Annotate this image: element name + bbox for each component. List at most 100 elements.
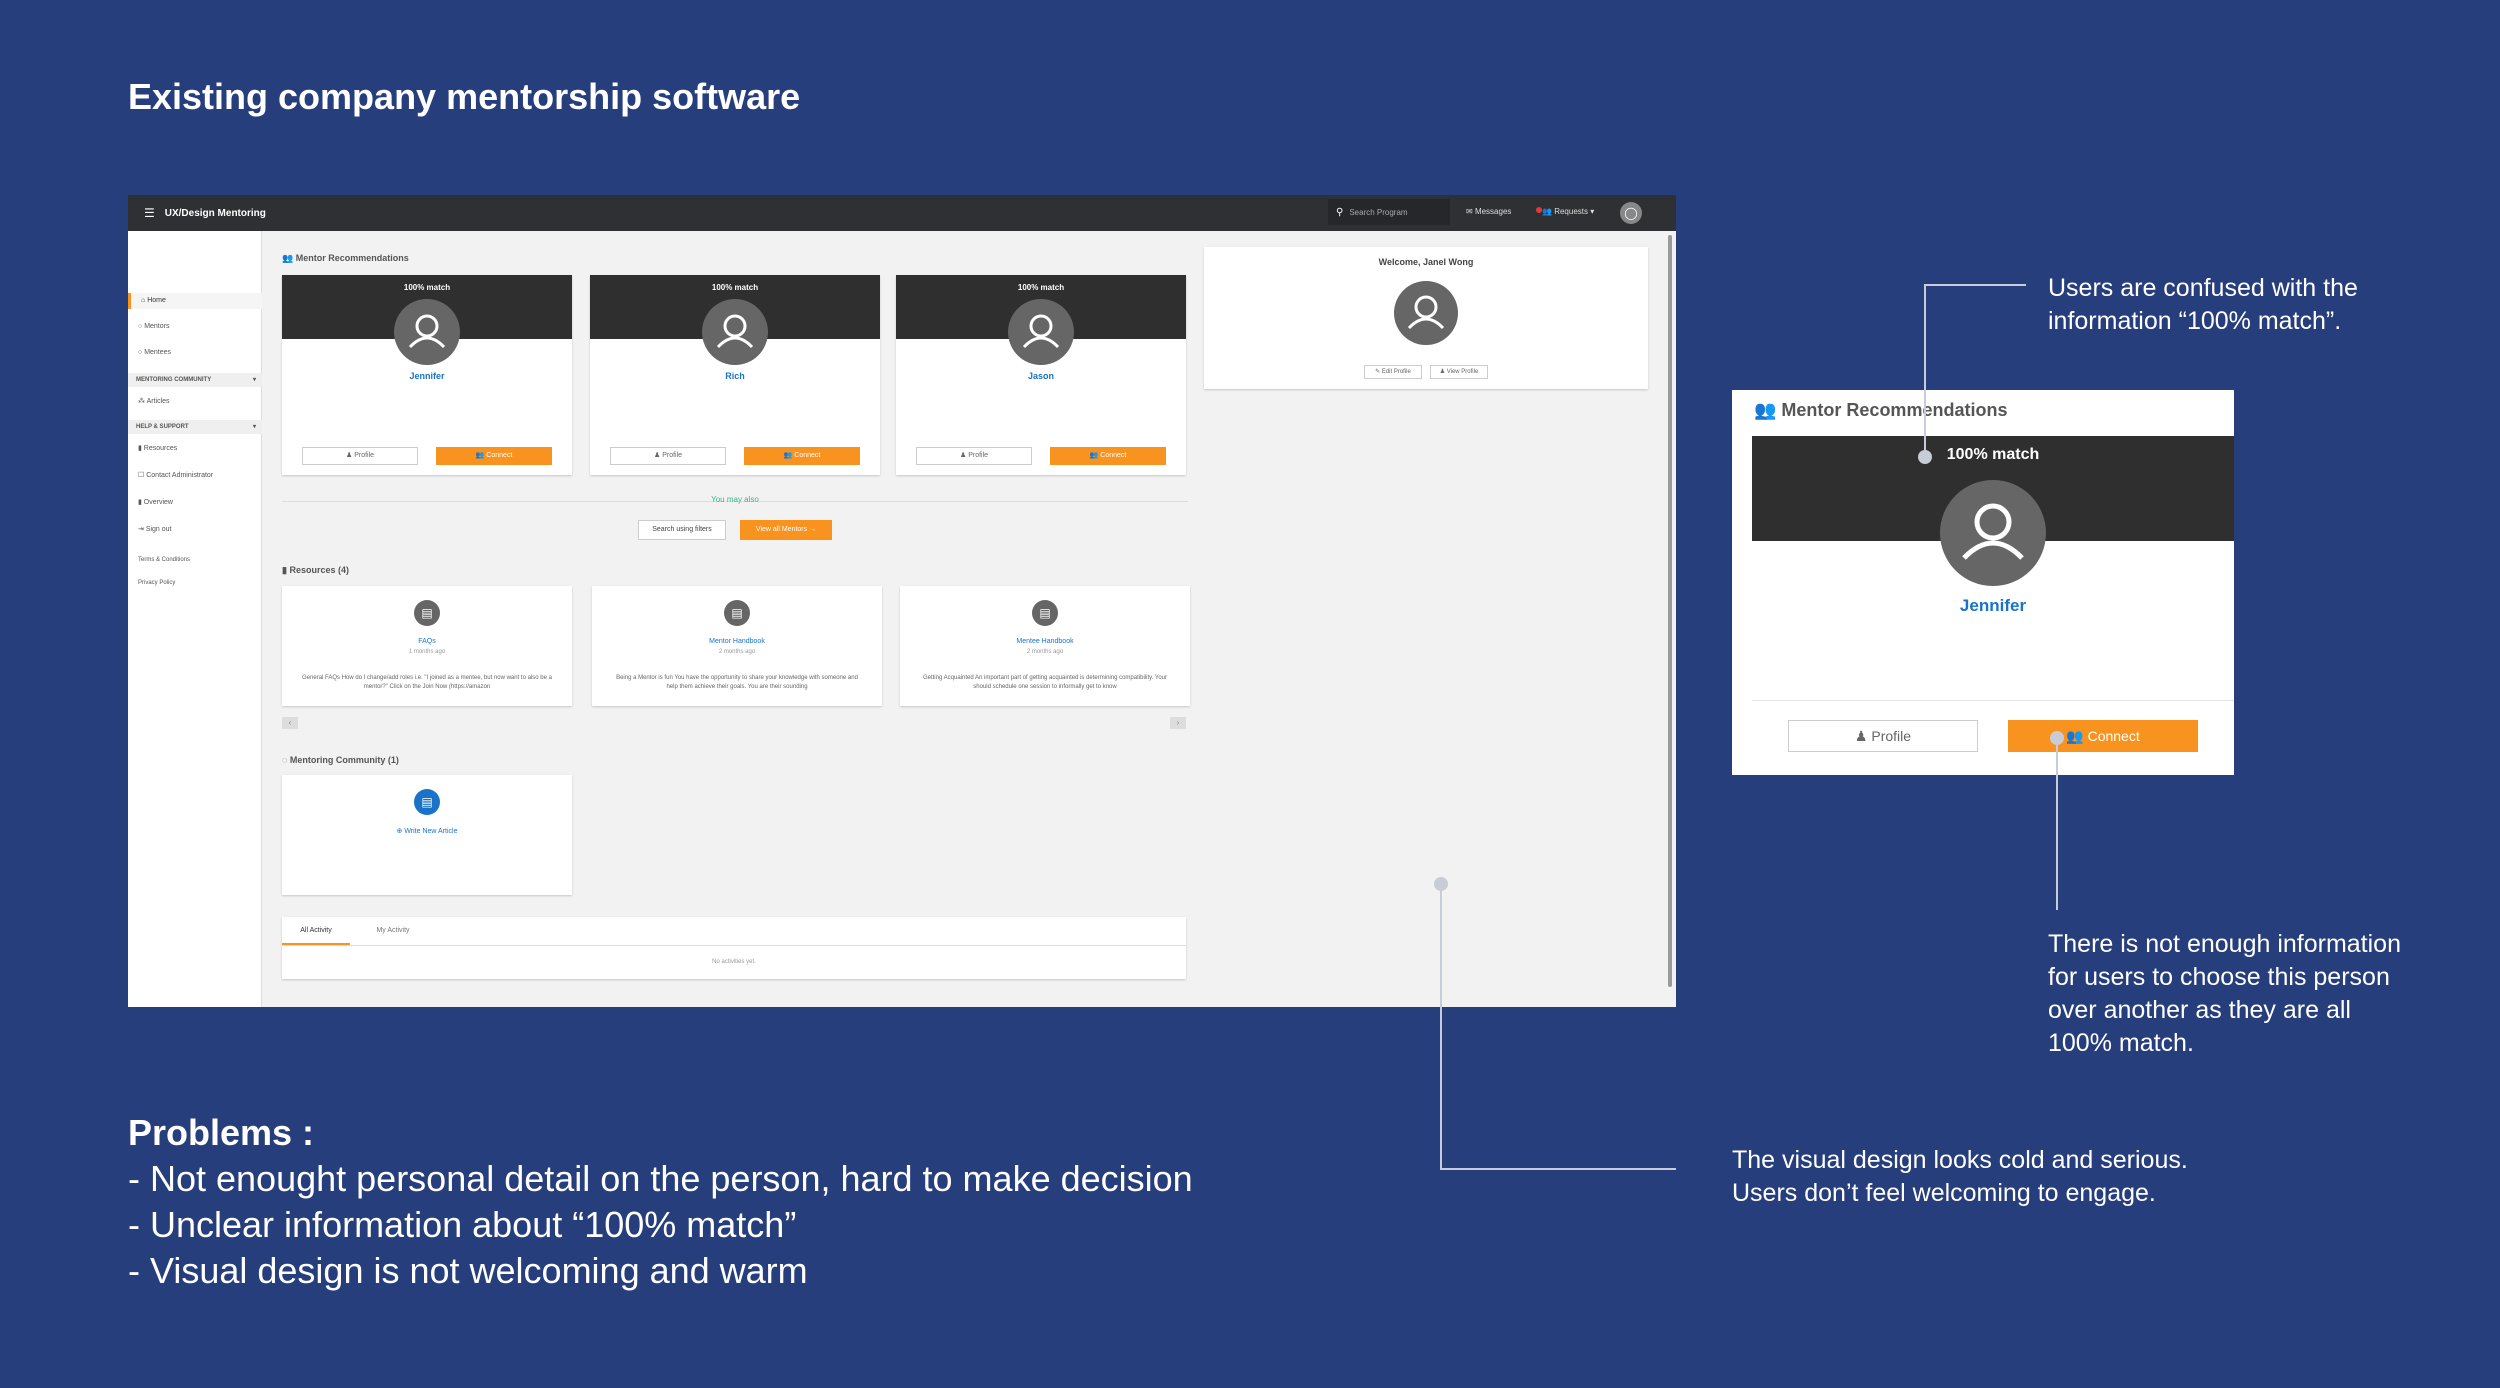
slide-title: Existing company mentorship software — [128, 76, 801, 117]
profile-button[interactable]: ♟ Profile — [1788, 720, 1978, 752]
messages-label: Messages — [1474, 207, 1512, 216]
profile-button[interactable]: ♟ Profile — [610, 447, 726, 465]
problem-item: - Visual design is not welcoming and war… — [128, 1250, 808, 1291]
connector-dot — [2050, 731, 2064, 745]
connector-dot — [1434, 877, 1448, 891]
activity-panel: All Activity My Activity No activities y… — [282, 917, 1186, 979]
connect-button[interactable]: 👥 Connect — [744, 447, 860, 465]
prev-page-button[interactable]: ‹ — [282, 717, 298, 729]
book-icon: ▤ — [1032, 600, 1058, 626]
match-label: 100% match — [403, 283, 451, 292]
problems-list: Problems : - Not enought personal detail… — [128, 1110, 1193, 1294]
zoom-heading: 👥 Mentor Recommendations — [1754, 400, 2008, 420]
requests-dropdown[interactable]: 👥 Requests ▾ — [1536, 207, 1594, 216]
match-label: 100% match — [711, 283, 759, 292]
avatar — [1394, 281, 1458, 345]
profile-button[interactable]: ♟ Profile — [916, 447, 1032, 465]
mentor-card: 100% match Jennifer ♟ Profile 👥 Connect — [282, 275, 572, 475]
mentor-card: 100% match Jason ♟ Profile 👥 Connect — [896, 275, 1186, 475]
avatar — [1008, 299, 1074, 365]
resource-description: Being a Mentor is fun You have the oppor… — [616, 675, 858, 690]
resource-card[interactable]: ▤ Mentor Handbook 2 months ago Being a M… — [592, 586, 882, 706]
write-article-link[interactable]: ⊕ Write New Article — [282, 827, 572, 835]
connect-button[interactable]: 👥 Connect — [2008, 720, 2198, 752]
connector-line — [1440, 884, 1442, 1170]
connector-dot — [1918, 450, 1932, 464]
resource-date: 1 months ago — [408, 649, 446, 655]
search-input[interactable]: ⚲ Search Program — [1328, 199, 1450, 225]
profile-button[interactable]: ♟ Profile — [302, 447, 418, 465]
sidebar-item-articles[interactable]: ⁂ Articles — [138, 397, 170, 405]
mentor-name[interactable]: Jason — [896, 371, 1186, 381]
divider — [1752, 700, 2234, 701]
connector-line — [1440, 1168, 1676, 1170]
next-page-button[interactable]: › — [1170, 717, 1186, 729]
community-card: ▤ ⊕ Write New Article — [282, 775, 572, 895]
connect-button[interactable]: 👥 Connect — [436, 447, 552, 465]
scrollbar[interactable] — [1668, 235, 1672, 987]
connector-line — [1924, 284, 1926, 456]
search-placeholder: Search Program — [1349, 207, 1408, 217]
may-also-label: You may also — [711, 495, 759, 504]
person-icon — [716, 314, 754, 349]
sidebar-section-help[interactable]: HELP & SUPPORT ▾ — [128, 420, 262, 434]
resources-heading: ▮ Resources (4) — [282, 565, 349, 575]
resource-date: 2 months ago — [718, 649, 756, 655]
sidebar-section-community[interactable]: MENTORING COMMUNITY ▾ — [128, 373, 262, 387]
avatar — [702, 299, 768, 365]
app-title: UX/Design Mentoring — [164, 207, 266, 219]
empty-state: No activities yet. — [712, 959, 756, 965]
resource-card[interactable]: ▤ FAQs 1 months ago General FAQs How do … — [282, 586, 572, 706]
resource-title[interactable]: Mentee Handbook — [900, 638, 1190, 645]
user-avatar-icon[interactable]: ◯ — [1620, 202, 1642, 224]
resource-card[interactable]: ▤ Mentee Handbook 2 months ago Getting A… — [900, 586, 1190, 706]
sidebar-item-contact[interactable]: ☐ Contact Administrator — [138, 471, 213, 479]
mentor-name[interactable]: Jennifer — [1752, 596, 2234, 616]
zoomed-mentor-card: 👥 Mentor Recommendations 100% match Jenn… — [1732, 390, 2234, 775]
person-icon — [1407, 295, 1445, 330]
mentor-name[interactable]: Jennifer — [282, 371, 572, 381]
resource-title[interactable]: FAQs — [282, 638, 572, 645]
connect-button[interactable]: 👥 Connect — [1050, 447, 1166, 465]
person-icon — [1962, 503, 2024, 560]
sidebar: ⌂ Home ○ Mentors ○ Mentees MENTORING COM… — [128, 231, 262, 1007]
view-all-mentors-button[interactable]: View all Mentors → — [740, 520, 832, 540]
problem-item: - Unclear information about “100% match” — [128, 1204, 797, 1245]
welcome-text: Welcome, Janel Wong — [1378, 257, 1474, 267]
mentor-name[interactable]: Rich — [590, 371, 880, 381]
requests-label: Requests — [1554, 207, 1588, 216]
tab-all-activity[interactable]: All Activity — [282, 917, 350, 945]
view-profile-button[interactable]: ♟ View Profile — [1430, 365, 1488, 379]
connector-line — [2056, 738, 2058, 910]
notification-badge — [1536, 207, 1542, 213]
tab-my-activity[interactable]: My Activity — [358, 917, 428, 945]
document-icon: ▤ — [414, 789, 440, 815]
welcome-card: Welcome, Janel Wong ✎ Edit Profile ♟ Vie… — [1204, 247, 1648, 389]
menu-icon[interactable]: ☰ — [144, 206, 155, 220]
tab-divider — [282, 945, 1186, 946]
sidebar-link-privacy[interactable]: Privacy Policy — [138, 580, 175, 586]
edit-profile-button[interactable]: ✎ Edit Profile — [1364, 365, 1422, 379]
search-filters-button[interactable]: Search using filters — [638, 520, 726, 540]
match-label: 100% match — [1946, 446, 2040, 463]
sidebar-item-overview[interactable]: ▮ Overview — [138, 498, 173, 506]
resource-description: General FAQs How do I change/add roles i… — [302, 675, 552, 690]
avatar — [1940, 480, 2046, 586]
sidebar-link-terms[interactable]: Terms & Conditions — [138, 557, 190, 563]
connector-line — [1924, 284, 2026, 286]
messages-link[interactable]: ✉ Messages — [1466, 207, 1511, 216]
top-navbar: ☰ UX/Design Mentoring ⚲ Search Program ✉… — [128, 195, 1676, 231]
community-heading: ◌ Mentoring Community (1) — [282, 755, 399, 765]
annotation-not-enough-info: There is not enough information for user… — [2048, 930, 2401, 1057]
sidebar-item-mentors[interactable]: ○ Mentors — [138, 323, 169, 330]
sidebar-item-mentees[interactable]: ○ Mentees — [138, 349, 171, 356]
resource-date: 2 months ago — [1026, 649, 1064, 655]
sidebar-item-resources[interactable]: ▮ Resources — [138, 444, 177, 452]
sidebar-item-signout[interactable]: ⇥ Sign out — [138, 525, 172, 533]
problem-item: - Not enought personal detail on the per… — [128, 1158, 1193, 1199]
match-label: 100% match — [1017, 283, 1065, 292]
resource-title[interactable]: Mentor Handbook — [592, 638, 882, 645]
sidebar-item-home[interactable]: ⌂ Home — [128, 293, 262, 309]
person-icon — [408, 314, 446, 349]
mentor-card: 100% match Rich ♟ Profile 👥 Connect — [590, 275, 880, 475]
